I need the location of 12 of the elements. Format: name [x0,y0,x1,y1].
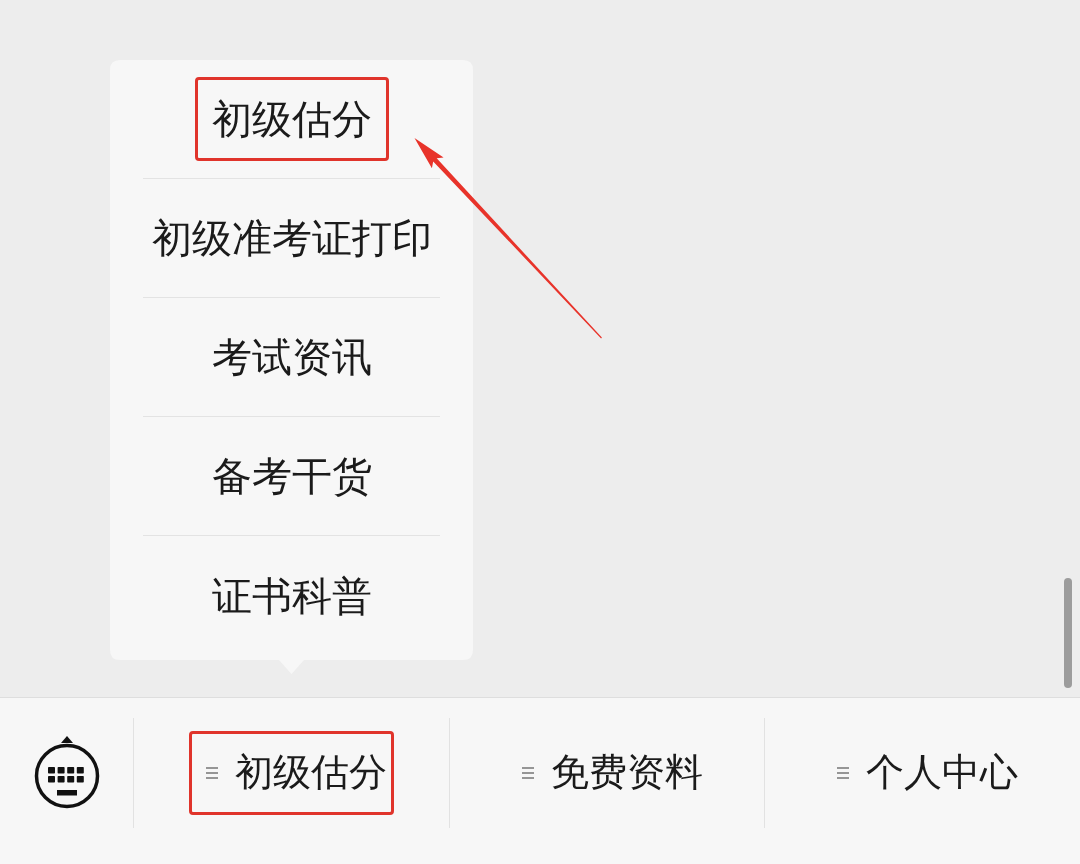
menu-icon [205,767,218,779]
menu-tab[interactable]: 个人中心 [820,731,1026,815]
menu-tab[interactable]: 免费资料 [504,731,710,815]
submenu-item[interactable]: 初级估分 [194,77,389,161]
submenu-item[interactable]: 初级准考证打印 [134,196,449,280]
submenu-item[interactable]: 证书科普 [194,553,389,638]
menu-tab[interactable]: 初级估分 [188,731,394,815]
menu-icon [521,767,534,779]
submenu-item[interactable]: 备考干货 [194,434,389,518]
keyboard-icon[interactable] [33,736,100,810]
menu-icon [837,767,850,779]
submenu-item[interactable]: 考试资讯 [194,315,389,399]
